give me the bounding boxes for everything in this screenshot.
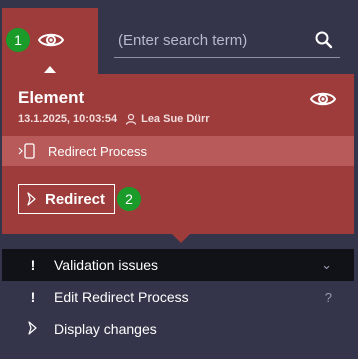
chevron-down-icon[interactable]: ⌄	[321, 257, 332, 273]
user-icon	[125, 113, 137, 125]
eye-icon[interactable]	[309, 89, 337, 109]
app-root: 1 Element 13.1.2025, 10:03:54 Lea Sue Dü…	[0, 0, 358, 359]
list-item-label: Display changes	[54, 321, 157, 337]
search-bar	[114, 22, 340, 58]
search-input[interactable]	[114, 22, 310, 58]
help-icon[interactable]: ?	[325, 290, 332, 305]
element-title: Element	[18, 88, 85, 107]
process-row[interactable]: Redirect Process	[2, 136, 354, 166]
action-list: ! Validation issues ⌄ ! Edit Redirect Pr…	[2, 249, 354, 345]
exclamation-icon: !	[30, 257, 36, 273]
tab-pointer	[44, 66, 56, 73]
panel-pointer	[172, 234, 190, 243]
chevron-right-icon	[26, 320, 40, 338]
chevron-right-icon	[27, 192, 37, 206]
list-item-display-changes[interactable]: Display changes	[2, 313, 354, 345]
redirect-label: Redirect	[45, 190, 106, 208]
document-redirect-icon	[18, 142, 38, 160]
step-badge-2: 2	[117, 187, 141, 211]
element-datetime: 13.1.2025, 10:03:54	[18, 113, 118, 125]
redirect-button[interactable]: Redirect	[18, 184, 115, 214]
element-user: Lea Sue Dürr	[141, 113, 210, 125]
list-item-label: Edit Redirect Process	[54, 289, 189, 305]
eye-icon	[37, 30, 65, 50]
search-icon[interactable]	[314, 30, 334, 50]
element-meta: 13.1.2025, 10:03:54 Lea Sue Dürr	[18, 113, 210, 125]
process-label: Redirect Process	[48, 143, 147, 159]
list-item-label: Validation issues	[54, 257, 159, 273]
list-item-validation-issues[interactable]: ! Validation issues ⌄	[2, 249, 354, 281]
step-badge-1: 1	[6, 28, 30, 52]
exclamation-icon: !	[30, 289, 36, 305]
list-item-edit-redirect-process[interactable]: ! Edit Redirect Process ?	[2, 281, 354, 313]
